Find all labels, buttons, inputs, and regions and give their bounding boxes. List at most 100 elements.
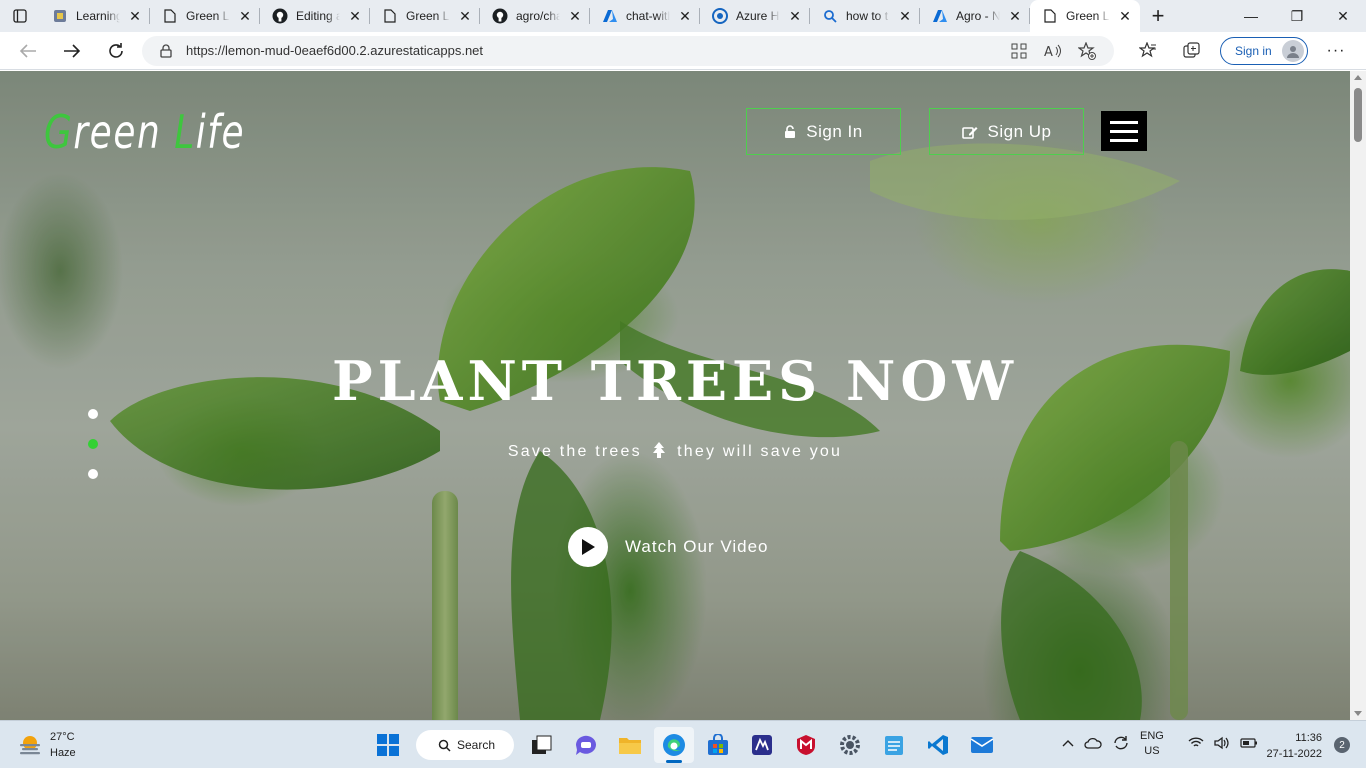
browser-tab[interactable]: Agro - N ✕	[920, 0, 1030, 32]
tab-title: Editing a	[296, 9, 340, 23]
task-view-icon[interactable]	[522, 727, 562, 763]
haze-weather-icon	[20, 736, 40, 755]
chevron-up-icon[interactable]	[1062, 738, 1074, 750]
azure-health-icon	[712, 8, 728, 24]
logo-letter-g: G	[44, 105, 74, 159]
scroll-down-icon[interactable]	[1354, 711, 1362, 716]
onedrive-icon[interactable]	[1084, 737, 1102, 752]
browser-tab[interactable]: agro/cha ✕	[480, 0, 590, 32]
apps-grid-icon[interactable]	[1002, 43, 1036, 59]
tab-title: chat-with	[626, 9, 670, 23]
window-controls: — ❐ ✕	[1228, 0, 1366, 32]
tab-title: Agro - N	[956, 9, 1000, 23]
new-tab-button[interactable]: +	[1140, 0, 1176, 32]
tab-title: Learning	[76, 9, 120, 23]
store-icon[interactable]	[698, 727, 738, 763]
refresh-icon	[109, 42, 123, 58]
page-icon	[1042, 8, 1058, 24]
app-icon[interactable]	[742, 727, 782, 763]
edge-icon[interactable]	[654, 727, 694, 763]
scrollbar-thumb[interactable]	[1354, 88, 1362, 142]
minimize-button[interactable]: —	[1228, 0, 1274, 32]
site-logo[interactable]: Green Life	[44, 105, 245, 159]
github-icon	[272, 8, 288, 24]
sync-icon[interactable]	[1112, 735, 1130, 754]
sign-in-button[interactable]: Sign In	[746, 108, 901, 155]
add-favorite-icon[interactable]	[1070, 41, 1104, 60]
unlock-icon	[785, 124, 796, 138]
wifi-icon[interactable]	[1188, 736, 1204, 752]
browser-tab-strip: Learning ✕ Green Li ✕ Editing a ✕ Green …	[0, 0, 1366, 32]
notification-badge[interactable]: 2	[1334, 737, 1350, 753]
volume-icon[interactable]	[1214, 736, 1230, 753]
close-window-button[interactable]: ✕	[1320, 0, 1366, 32]
hero-section: Green Life Sign In Sign Up PLANT TREES N…	[0, 71, 1350, 720]
mail-icon[interactable]	[962, 727, 1002, 763]
collections-icon[interactable]	[1170, 41, 1214, 60]
play-icon[interactable]	[568, 527, 608, 567]
read-aloud-icon[interactable]: A	[1036, 43, 1070, 59]
menu-bar	[1110, 129, 1138, 133]
close-tab-icon[interactable]: ✕	[568, 8, 582, 25]
tab-title: how to t	[846, 9, 889, 23]
tab-title: Azure H	[736, 9, 780, 23]
restore-button[interactable]: ❐	[1274, 0, 1320, 32]
hero-subtitle-part1: Save the trees	[507, 443, 642, 460]
tab-actions-button[interactable]	[0, 0, 40, 32]
hero-subtitle: Save the trees they will save you	[0, 442, 1350, 461]
battery-icon[interactable]	[1240, 737, 1258, 751]
forward-arrow-icon	[64, 43, 81, 58]
browser-tab-active[interactable]: Green Li ✕	[1030, 0, 1140, 32]
browser-tab[interactable]: Green Li ✕	[150, 0, 260, 32]
close-tab-icon[interactable]: ✕	[348, 8, 362, 25]
close-tab-icon[interactable]: ✕	[128, 8, 142, 25]
weather-widget[interactable]: 27°C Haze	[18, 729, 76, 761]
close-tab-icon[interactable]: ✕	[1118, 8, 1132, 25]
refresh-button[interactable]	[94, 32, 138, 70]
address-bar[interactable]: https://lemon-mud-0eaef6d00.2.azurestati…	[142, 35, 1114, 66]
url-text[interactable]: https://lemon-mud-0eaef6d00.2.azurestati…	[186, 43, 1002, 58]
page-scrollbar[interactable]	[1350, 71, 1366, 720]
region-code: US	[1144, 745, 1160, 757]
notepad-icon[interactable]	[874, 727, 914, 763]
close-tab-icon[interactable]: ✕	[788, 8, 802, 25]
taskbar-search[interactable]: Search	[416, 730, 514, 760]
close-tab-icon[interactable]: ✕	[458, 8, 472, 25]
more-options-icon[interactable]: ···	[1314, 42, 1358, 60]
browser-toolbar: https://lemon-mud-0eaef6d00.2.azurestati…	[0, 32, 1366, 70]
vscode-icon[interactable]	[918, 727, 958, 763]
azure-icon	[932, 8, 948, 24]
chat-icon[interactable]	[566, 727, 606, 763]
file-explorer-icon[interactable]	[610, 727, 650, 763]
time: 11:36	[1295, 732, 1322, 744]
close-tab-icon[interactable]: ✕	[678, 8, 692, 25]
mcafee-icon[interactable]	[786, 727, 826, 763]
browser-tab[interactable]: chat-with ✕	[590, 0, 700, 32]
browser-tab[interactable]: Editing a ✕	[260, 0, 370, 32]
sign-up-button[interactable]: Sign Up	[929, 108, 1084, 155]
hamburger-menu-button[interactable]	[1101, 111, 1147, 151]
browser-tab[interactable]: Azure H ✕	[700, 0, 810, 32]
input-language[interactable]: ENG US	[1140, 729, 1164, 759]
favorites-icon[interactable]	[1126, 41, 1170, 60]
profile-signin-button[interactable]: Sign in	[1220, 36, 1308, 65]
sign-up-label: Sign Up	[987, 121, 1052, 141]
taskbar-apps: Search	[368, 727, 1002, 763]
settings-icon[interactable]	[830, 727, 870, 763]
clock[interactable]: 11:36 27-11-2022	[1267, 730, 1322, 762]
tab-title: agro/cha	[516, 9, 560, 23]
back-button[interactable]	[6, 32, 50, 70]
browser-tab[interactable]: Learning ✕	[40, 0, 150, 32]
scroll-up-icon[interactable]	[1354, 75, 1362, 80]
close-tab-icon[interactable]: ✕	[898, 8, 912, 25]
avatar	[1282, 39, 1304, 62]
slider-dot-3[interactable]	[88, 469, 98, 479]
start-button[interactable]	[368, 727, 408, 763]
watch-video-button[interactable]: Watch Our Video	[568, 527, 769, 567]
browser-tab[interactable]: Green Li ✕	[370, 0, 480, 32]
close-tab-icon[interactable]: ✕	[238, 8, 252, 25]
forward-button[interactable]	[50, 32, 94, 70]
signin-label: Sign in	[1235, 43, 1272, 58]
browser-tab[interactable]: how to t ✕	[810, 0, 920, 32]
close-tab-icon[interactable]: ✕	[1008, 8, 1022, 25]
